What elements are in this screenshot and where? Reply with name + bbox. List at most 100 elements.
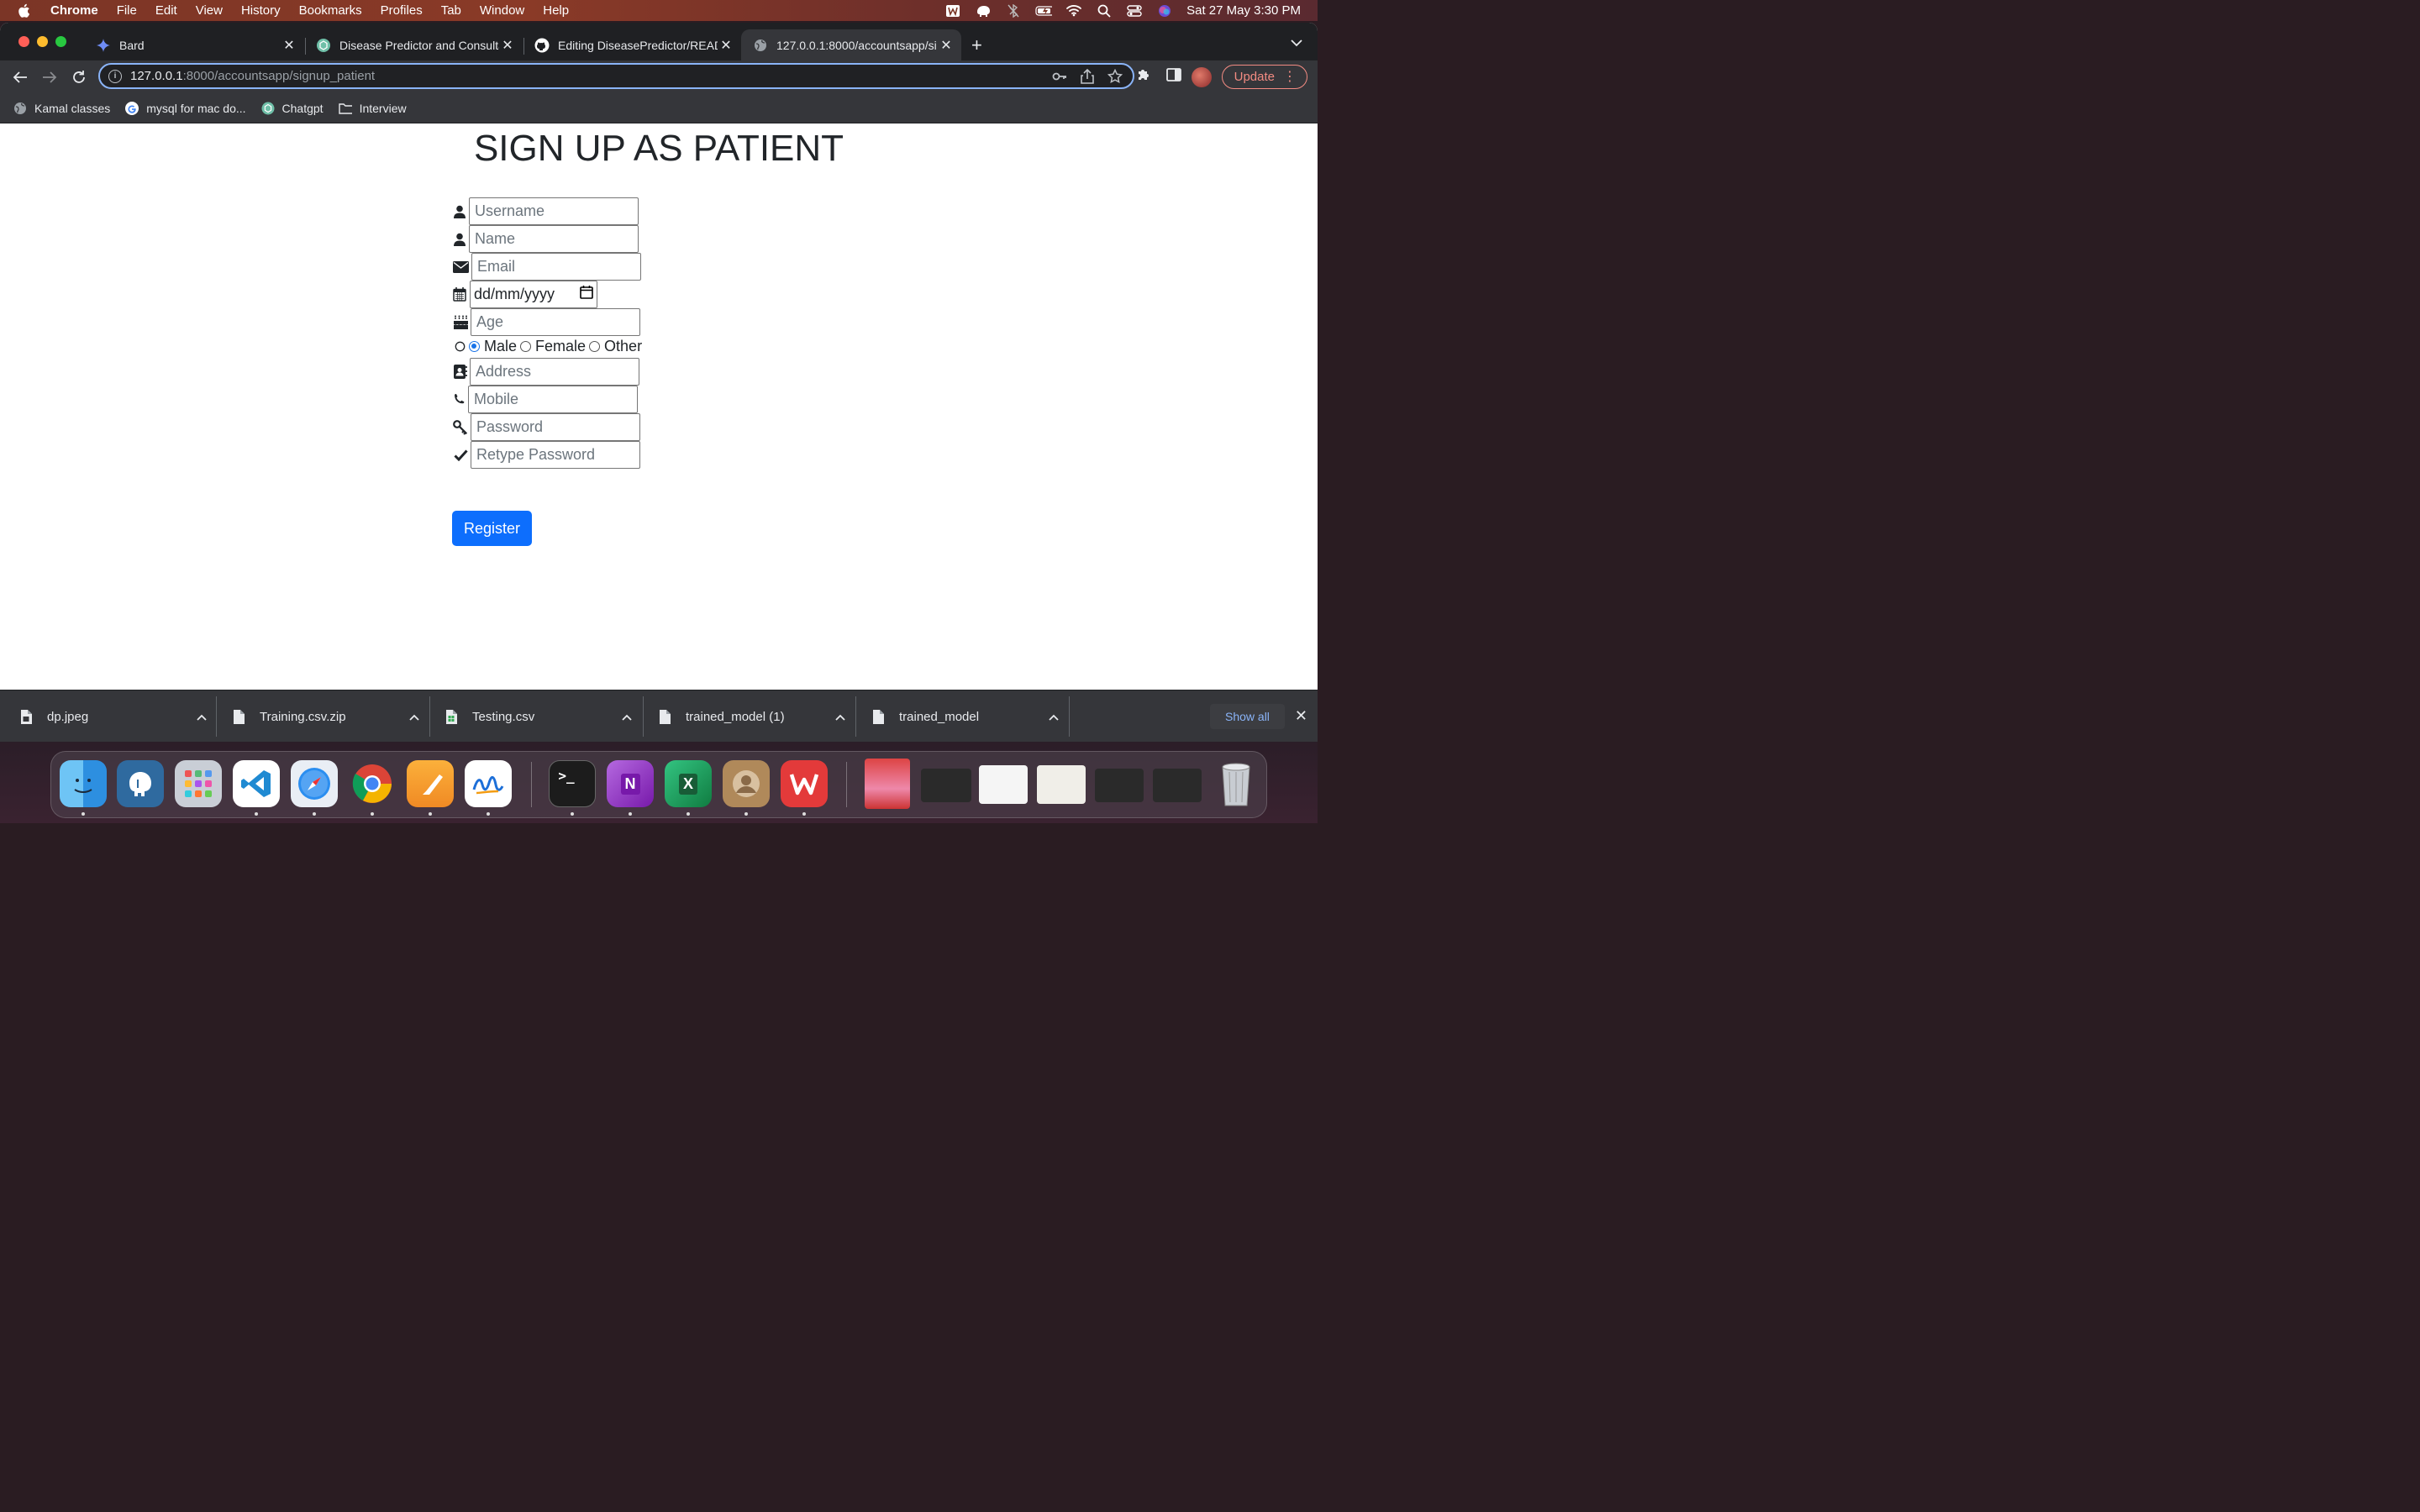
close-downloads-icon[interactable]: ✕ bbox=[1295, 707, 1307, 725]
minimize-window-button[interactable] bbox=[37, 36, 48, 47]
chrome-icon[interactable] bbox=[349, 760, 396, 807]
tab-bard[interactable]: Bard ✕ bbox=[84, 29, 304, 60]
kebab-menu-icon[interactable]: ⋮ bbox=[1283, 70, 1297, 84]
bookmark-kamal-classes[interactable]: Kamal classes bbox=[13, 102, 110, 115]
menu-history[interactable]: History bbox=[241, 3, 281, 18]
tab-github-editing[interactable]: Editing DiseasePredictor/READ ✕ bbox=[523, 29, 741, 60]
globe-icon bbox=[753, 38, 768, 53]
gender-female-radio[interactable] bbox=[520, 341, 532, 352]
email-input[interactable] bbox=[471, 253, 641, 281]
key-icon bbox=[452, 419, 469, 435]
menu-help[interactable]: Help bbox=[543, 3, 569, 18]
register-button[interactable]: Register bbox=[452, 511, 532, 546]
tab-search-chevron-icon[interactable] bbox=[1291, 36, 1302, 50]
siri-icon[interactable] bbox=[1156, 4, 1173, 18]
username-input[interactable] bbox=[469, 197, 639, 225]
tab-signup-active[interactable]: 127.0.0.1:8000/accountsapp/si ✕ bbox=[741, 29, 961, 60]
dob-date-input[interactable]: dd/mm/yyyy bbox=[470, 281, 597, 308]
menu-tab[interactable]: Tab bbox=[441, 3, 461, 18]
vscode-icon[interactable] bbox=[233, 760, 280, 807]
forward-arrow-icon[interactable] bbox=[40, 68, 59, 87]
wifi-icon[interactable] bbox=[1065, 4, 1082, 18]
chevron-up-icon[interactable] bbox=[835, 710, 845, 723]
reload-icon[interactable] bbox=[70, 68, 88, 87]
bookmark-mysql[interactable]: mysql for mac do... bbox=[125, 102, 246, 115]
extensions-puzzle-icon[interactable] bbox=[1136, 67, 1151, 87]
wps-icon[interactable] bbox=[781, 760, 828, 807]
gender-male-radio[interactable] bbox=[469, 341, 480, 352]
download-item-dp-jpeg[interactable]: dp.jpeg bbox=[20, 690, 207, 742]
elephant-status-icon[interactable] bbox=[975, 4, 992, 18]
safari-icon[interactable] bbox=[291, 760, 338, 807]
close-tab-icon[interactable]: ✕ bbox=[281, 37, 297, 54]
menu-profiles[interactable]: Profiles bbox=[381, 3, 423, 18]
menu-file[interactable]: File bbox=[117, 3, 137, 18]
download-item-training-zip[interactable]: Training.csv.zip bbox=[233, 690, 419, 742]
tab-disease-predictor[interactable]: Disease Predictor and Consulta ✕ bbox=[304, 29, 523, 60]
chevron-up-icon[interactable] bbox=[409, 710, 419, 723]
control-center-icon[interactable] bbox=[1126, 4, 1143, 18]
password-key-icon[interactable] bbox=[1052, 69, 1067, 88]
launchpad-icon[interactable] bbox=[175, 760, 222, 807]
name-input[interactable] bbox=[469, 225, 639, 253]
close-tab-icon[interactable]: ✕ bbox=[499, 37, 516, 54]
postgres-elephant-icon[interactable] bbox=[117, 760, 164, 807]
address-input[interactable] bbox=[470, 358, 639, 386]
download-item-trained-model[interactable]: trained_model bbox=[872, 690, 1059, 742]
window-thumbnail-4[interactable] bbox=[1095, 769, 1144, 802]
window-thumbnail-2[interactable] bbox=[979, 765, 1028, 804]
menubar-clock[interactable]: Sat 27 May 3:30 PM bbox=[1186, 3, 1301, 18]
close-tab-icon[interactable]: ✕ bbox=[938, 37, 955, 54]
calendar-picker-icon[interactable] bbox=[580, 286, 593, 303]
back-arrow-icon[interactable] bbox=[11, 68, 29, 87]
menu-bookmarks[interactable]: Bookmarks bbox=[299, 3, 362, 18]
new-tab-button[interactable]: + bbox=[971, 34, 982, 56]
download-item-testing-csv[interactable]: Testing.csv bbox=[445, 690, 632, 742]
side-panel-icon[interactable] bbox=[1165, 68, 1181, 86]
pages-icon[interactable] bbox=[407, 760, 454, 807]
share-icon[interactable] bbox=[1081, 68, 1094, 88]
download-item-trained-model-1[interactable]: trained_model (1) bbox=[659, 690, 845, 742]
mobile-input[interactable] bbox=[468, 386, 638, 413]
gender-other-radio[interactable] bbox=[589, 341, 601, 352]
chevron-up-icon[interactable] bbox=[197, 710, 207, 723]
age-input[interactable] bbox=[471, 308, 640, 336]
retype-password-input[interactable] bbox=[471, 441, 640, 469]
close-tab-icon[interactable]: ✕ bbox=[718, 37, 734, 54]
menu-app-name[interactable]: Chrome bbox=[50, 3, 98, 18]
freeform-icon[interactable] bbox=[465, 760, 512, 807]
bookmark-star-icon[interactable] bbox=[1107, 68, 1123, 88]
window-thumbnail-3[interactable] bbox=[1037, 765, 1086, 804]
contacts-icon[interactable] bbox=[723, 760, 770, 807]
chevron-up-icon[interactable] bbox=[1049, 710, 1059, 723]
chevron-up-icon[interactable] bbox=[622, 710, 632, 723]
terminal-icon[interactable]: >_ bbox=[549, 760, 596, 807]
trash-icon[interactable] bbox=[1213, 760, 1260, 807]
spotlight-search-icon[interactable] bbox=[1096, 4, 1113, 18]
onenote-icon[interactable]: N bbox=[607, 760, 654, 807]
menu-view[interactable]: View bbox=[196, 3, 223, 18]
site-info-icon[interactable]: i bbox=[108, 69, 122, 83]
show-all-downloads-button[interactable]: Show all bbox=[1210, 704, 1285, 729]
excel-icon[interactable]: X bbox=[665, 760, 712, 807]
close-window-button[interactable] bbox=[18, 36, 29, 47]
menu-edit[interactable]: Edit bbox=[155, 3, 177, 18]
window-thumbnail-1[interactable] bbox=[921, 769, 971, 802]
menu-window[interactable]: Window bbox=[480, 3, 524, 18]
battery-icon[interactable] bbox=[1035, 4, 1053, 18]
email-row bbox=[452, 253, 641, 281]
check-icon bbox=[452, 448, 469, 463]
photo-thumbnail[interactable] bbox=[865, 759, 910, 809]
bluetooth-off-icon[interactable] bbox=[1005, 3, 1022, 18]
apple-logo-icon[interactable] bbox=[17, 3, 32, 18]
bookmark-chatgpt[interactable]: Chatgpt bbox=[261, 102, 324, 115]
bookmark-folder-interview[interactable]: Interview bbox=[338, 102, 407, 115]
wps-status-icon[interactable] bbox=[944, 4, 961, 18]
password-input[interactable] bbox=[471, 413, 640, 441]
maximize-window-button[interactable] bbox=[55, 36, 66, 47]
finder-icon[interactable] bbox=[60, 760, 107, 807]
profile-avatar[interactable] bbox=[1191, 66, 1212, 87]
window-thumbnail-5[interactable] bbox=[1153, 769, 1202, 802]
address-bar[interactable]: i 127.0.0.1:8000/accountsapp/signup_pati… bbox=[98, 63, 1134, 89]
update-chrome-button[interactable]: Update ⋮ bbox=[1221, 65, 1307, 89]
